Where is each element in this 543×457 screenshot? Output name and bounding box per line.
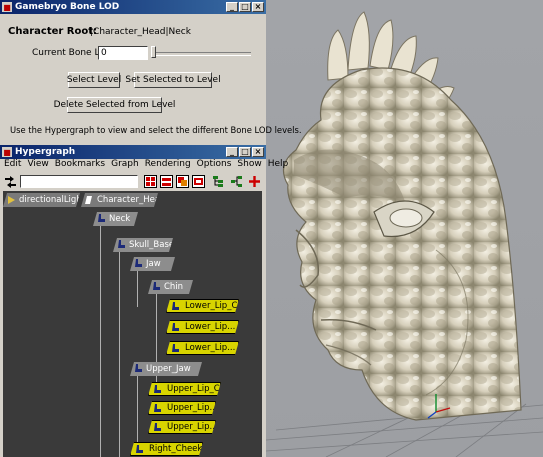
lod-slider-thumb[interactable]	[151, 46, 156, 58]
lod-slider-track[interactable]	[152, 52, 251, 56]
dependency-graph-icon[interactable]	[144, 175, 157, 188]
menu-options[interactable]: Options	[197, 159, 232, 171]
joint-icon	[97, 214, 106, 224]
menu-show[interactable]: Show	[237, 159, 261, 171]
minimize-button[interactable]: _	[226, 2, 238, 12]
set-selected-to-level-button[interactable]: Set Selected to Level	[125, 72, 221, 88]
node-label: directionalLight1	[19, 195, 91, 205]
hypergraph-menubar: Edit View Bookmarks Graph Rendering Opti…	[0, 159, 288, 171]
3d-viewport[interactable]	[266, 0, 543, 457]
hint-text: Use the Hypergraph to view and select th…	[10, 125, 302, 135]
node-lower-lip-2[interactable]: Lower_Lip...	[166, 320, 239, 334]
node-label: Neck	[109, 214, 131, 224]
node-directionallight1[interactable]: directionalLight1	[3, 193, 80, 207]
filter-arrows-icon[interactable]	[4, 175, 17, 188]
add-node-icon[interactable]	[248, 175, 261, 188]
node-upper-jaw[interactable]: Upper_Jaw	[130, 362, 202, 376]
character-root-label: Character Root:	[8, 26, 98, 37]
hypergraph-title: Hypergraph	[15, 147, 76, 157]
joint-icon	[134, 259, 143, 269]
window-icon: ■	[2, 147, 12, 157]
hypergraph-search-input[interactable]	[20, 175, 138, 188]
node-label: Lower_Lip_Ce...	[185, 301, 251, 311]
connection-line	[119, 245, 120, 457]
window-icon: ■	[2, 2, 12, 12]
node-jaw[interactable]: Jaw	[130, 257, 175, 271]
select-level-button[interactable]: Select Level	[67, 72, 121, 88]
head-model-render	[266, 11, 543, 457]
node-neck[interactable]: Neck	[93, 212, 138, 226]
node-right-cheek[interactable]: Right_Cheek	[130, 442, 203, 456]
hypergraph-window: ■ Hypergraph _ □ × Edit View Bookmarks G…	[0, 141, 288, 457]
node-label: Upper_Jaw	[146, 364, 191, 374]
node-label: Character_Head	[97, 195, 166, 205]
menu-view[interactable]: View	[27, 159, 48, 171]
node-upper-lip-2[interactable]: Upper_Lip...	[148, 401, 216, 415]
hierarchy-down-icon[interactable]	[212, 175, 225, 188]
node-lower-lip-3[interactable]: Lower_Lip...	[166, 341, 239, 355]
close-button[interactable]: ×	[252, 147, 264, 157]
bone-lod-titlebar[interactable]: ■ Gamebryo Bone LOD _ □ ×	[0, 0, 266, 14]
transform-icon	[85, 195, 94, 205]
light-icon	[7, 195, 16, 205]
node-label: Upper_Lip_Ce...	[167, 384, 233, 394]
joint-icon	[117, 240, 126, 250]
menu-rendering[interactable]: Rendering	[145, 159, 191, 171]
hypergraph-canvas[interactable]: directionalLight1 Character_Head Neck Sk…	[3, 191, 262, 457]
node-upper-lip-3[interactable]: Upper_Lip...	[148, 420, 216, 434]
hypergraph-toolbar	[0, 172, 266, 191]
node-upper-lip-center[interactable]: Upper_Lip_Ce...	[148, 382, 221, 396]
delete-selected-from-level-button[interactable]: Delete Selected from Level	[54, 97, 175, 113]
menu-graph[interactable]: Graph	[111, 159, 139, 171]
joint-icon	[134, 364, 143, 374]
node-label: Lower_Lip...	[185, 343, 236, 353]
node-label: Upper_Lip...	[167, 422, 218, 432]
node-label: Skull_Base	[129, 240, 175, 250]
joint-icon	[135, 445, 144, 455]
joint-icon	[153, 423, 162, 433]
node-label: Right_Cheek	[149, 444, 203, 454]
bone-lod-title: Gamebryo Bone LOD	[15, 2, 120, 12]
bone-lod-window: ■ Gamebryo Bone LOD _ □ × Character Root…	[0, 0, 302, 141]
joint-icon	[171, 323, 180, 333]
menu-bookmarks[interactable]: Bookmarks	[55, 159, 105, 171]
scene-hierarchy-icon[interactable]	[160, 175, 173, 188]
joint-icon	[153, 404, 162, 414]
menu-edit[interactable]: Edit	[4, 159, 21, 171]
node-chin[interactable]: Chin	[148, 280, 193, 294]
joint-icon	[153, 385, 162, 395]
menu-help[interactable]: Help	[268, 159, 289, 171]
minimize-button[interactable]: _	[226, 147, 238, 157]
node-label: Jaw	[146, 259, 161, 269]
joint-icon	[171, 302, 180, 312]
maximize-button[interactable]: □	[239, 2, 251, 12]
close-button[interactable]: ×	[252, 2, 264, 12]
hypergraph-titlebar[interactable]: ■ Hypergraph _ □ ×	[0, 145, 266, 159]
node-label: Lower_Lip...	[185, 322, 236, 332]
character-root-value: |Character_Head|Neck	[90, 27, 191, 37]
current-lod-field[interactable]	[98, 46, 148, 60]
node-character-head[interactable]: Character_Head	[81, 193, 158, 207]
node-label: Upper_Lip...	[167, 403, 218, 413]
joint-icon	[152, 282, 161, 292]
node-lower-lip-center[interactable]: Lower_Lip_Ce...	[166, 299, 239, 313]
node-skull-base[interactable]: Skull_Base	[113, 238, 173, 252]
maximize-button[interactable]: □	[239, 147, 251, 157]
bookmark-icon[interactable]	[192, 175, 205, 188]
joint-icon	[171, 344, 180, 354]
connection-line	[100, 219, 101, 457]
hierarchy-tree-icon[interactable]	[230, 175, 243, 188]
node-label: Chin	[164, 282, 184, 292]
input-output-icon[interactable]	[176, 175, 189, 188]
